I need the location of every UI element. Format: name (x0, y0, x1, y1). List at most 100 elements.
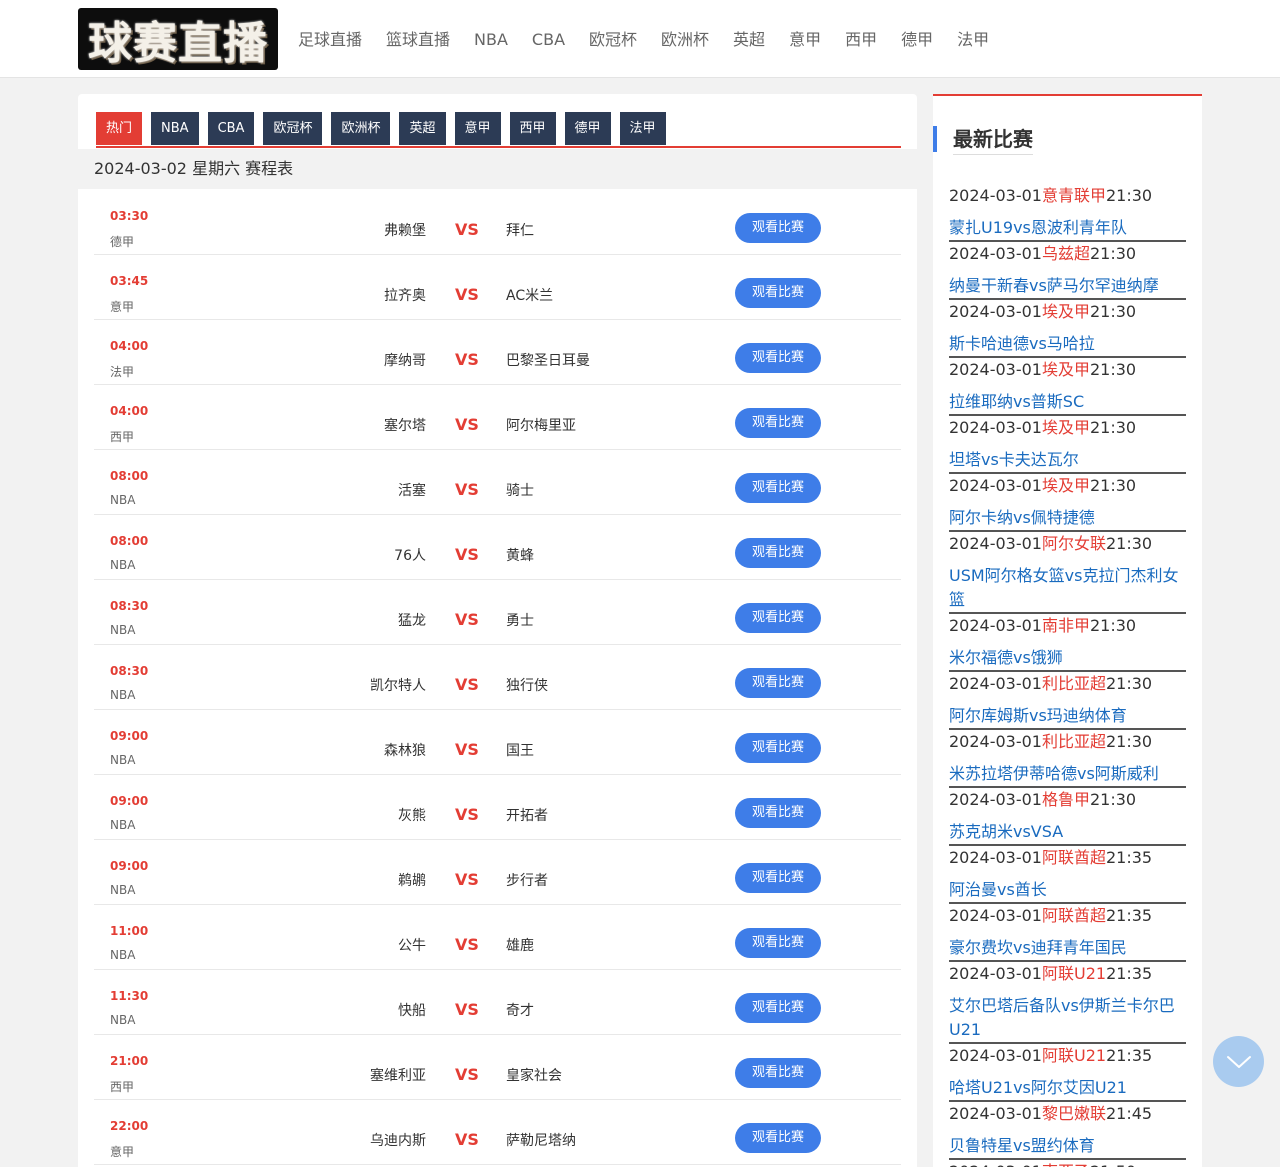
tab-hot[interactable]: 热门 (96, 112, 143, 145)
latest-match-league: 利比亚超 (1041, 674, 1106, 693)
tab-ligue-1[interactable]: 法甲 (619, 112, 666, 145)
away-team: 骑士 (506, 483, 534, 499)
nav-item[interactable]: 意甲 (789, 28, 821, 52)
latest-match-date: 2024-03-01 (949, 1104, 1042, 1123)
watch-match-button[interactable]: 观看比赛 (735, 863, 821, 893)
tab-bundesliga[interactable]: 德甲 (564, 112, 611, 145)
match-time: 09:00 (110, 859, 149, 873)
watch-match-button[interactable]: 观看比赛 (735, 733, 821, 763)
latest-match-meta: 2024-03-01黎巴嫩联21:45 (949, 1102, 1186, 1126)
latest-match-time: 21:35 (1106, 906, 1153, 925)
match-league: NBA (110, 818, 136, 832)
latest-match-link[interactable]: 贝鲁特星vs盟约体育 (949, 1134, 1186, 1158)
match-row: 09:00 NBA 灰熊 VS 开拓者 观看比赛 (94, 775, 901, 840)
latest-match-link[interactable]: 米尔福德vs饿狮 (949, 646, 1186, 670)
nav-item[interactable]: 篮球直播 (386, 28, 450, 52)
vs-label: VS (455, 935, 479, 954)
watch-match-button[interactable]: 观看比赛 (735, 993, 821, 1023)
watch-match-button[interactable]: 观看比赛 (735, 408, 821, 438)
latest-match-link[interactable]: 艾尔巴塔后备队vs伊斯兰卡尔巴U21 (949, 994, 1186, 1042)
watch-match-button[interactable]: 观看比赛 (735, 1123, 821, 1153)
vs-label: VS (455, 350, 479, 369)
latest-match-meta: 2024-03-01意青联甲21:30 (949, 184, 1186, 208)
latest-match-league: 利比亚超 (1041, 732, 1106, 751)
latest-match-link[interactable]: 哈塔U21vs阿尔艾因U21 (949, 1076, 1186, 1100)
latest-match-link[interactable]: 苏克胡米vsVSA (949, 820, 1186, 844)
match-league: NBA (110, 623, 136, 637)
nav-item[interactable]: 西甲 (845, 28, 877, 52)
watch-match-button[interactable]: 观看比赛 (735, 668, 821, 698)
match-time: 08:00 (110, 534, 149, 548)
tab-champions-league[interactable]: 欧冠杯 (263, 112, 323, 145)
watch-match-button[interactable]: 观看比赛 (735, 278, 821, 308)
match-league: NBA (110, 753, 136, 767)
tab-nba[interactable]: NBA (151, 112, 199, 145)
watch-match-button[interactable]: 观看比赛 (735, 538, 821, 568)
scroll-down-button[interactable] (1213, 1036, 1264, 1087)
latest-match-link[interactable]: 阿尔库姆斯vs玛迪纳体育 (949, 704, 1186, 728)
home-team: 摩纳哥 (384, 353, 426, 369)
nav-item[interactable]: CBA (532, 28, 565, 52)
match-time: 04:00 (110, 404, 149, 418)
nav-item[interactable]: 法甲 (957, 28, 989, 52)
nav-item[interactable]: 德甲 (901, 28, 933, 52)
latest-match-link[interactable]: 坦塔vs卡夫达瓦尔 (949, 448, 1186, 472)
latest-match-date: 2024-03-01 (949, 848, 1042, 867)
latest-match-item: 2024-03-01阿联酋超21:35 豪尔费坎vs迪拜青年国民 (949, 904, 1186, 962)
latest-match-meta: 2024-03-01埃及甲21:30 (949, 300, 1186, 324)
latest-match-league: 阿联U21 (1041, 1046, 1107, 1065)
match-row: 21:00 西甲 塞维利亚 VS 皇家社会 观看比赛 (94, 1035, 901, 1100)
latest-match-time: 21:30 (1106, 674, 1153, 693)
latest-match-meta: 2024-03-01格鲁甲21:30 (949, 788, 1186, 812)
match-league: NBA (110, 688, 136, 702)
latest-matches-sidebar: 最新比赛 2024-03-01意青联甲21:30 蒙扎U19vs恩波利青年队 202… (933, 94, 1202, 1167)
latest-match-link[interactable]: 米苏拉塔伊蒂哈德vs阿斯威利 (949, 762, 1186, 786)
latest-match-time: 21:35 (1106, 964, 1153, 983)
latest-match-link[interactable]: 阿治曼vs酋长 (949, 878, 1186, 902)
latest-match-item: 2024-03-01利比亚超21:30 阿尔库姆斯vs玛迪纳体育 (949, 672, 1186, 730)
nav-item[interactable]: NBA (474, 28, 508, 52)
match-time: 03:30 (110, 209, 149, 223)
home-team: 弗赖堡 (384, 223, 426, 239)
match-time: 03:45 (110, 274, 149, 288)
away-team: AC米兰 (506, 288, 554, 304)
watch-match-button[interactable]: 观看比赛 (735, 928, 821, 958)
latest-match-link[interactable]: 豪尔费坎vs迪拜青年国民 (949, 936, 1186, 960)
tab-cba[interactable]: CBA (207, 112, 255, 145)
tab-la-liga[interactable]: 西甲 (509, 112, 556, 145)
watch-match-button[interactable]: 观看比赛 (735, 473, 821, 503)
latest-match-link[interactable]: 蒙扎U19vs恩波利青年队 (949, 216, 1186, 240)
latest-match-time: 21:30 (1106, 534, 1153, 553)
watch-match-button[interactable]: 观看比赛 (735, 1058, 821, 1088)
nav-item[interactable]: 欧冠杯 (589, 28, 637, 52)
latest-match-link[interactable]: 阿尔卡纳vs佩特捷德 (949, 506, 1186, 530)
nav-item[interactable]: 英超 (733, 28, 765, 52)
watch-match-button[interactable]: 观看比赛 (735, 213, 821, 243)
tab-premier-league[interactable]: 英超 (399, 112, 446, 145)
site-logo[interactable]: 球赛直播 (78, 8, 278, 70)
latest-match-link[interactable]: 纳曼干新春vs萨马尔罕迪纳摩 (949, 274, 1186, 298)
latest-match-time: 21:30 (1090, 476, 1137, 495)
latest-match-league: 南非甲 (1041, 616, 1090, 635)
nav-item[interactable]: 欧洲杯 (661, 28, 709, 52)
home-team: 猛龙 (398, 613, 426, 629)
match-time: 11:30 (110, 989, 149, 1003)
away-team: 勇士 (506, 613, 534, 629)
nav-item[interactable]: 足球直播 (298, 28, 362, 52)
match-time: 11:00 (110, 924, 149, 938)
latest-match-link[interactable]: 拉维耶纳vs普斯SC (949, 390, 1186, 414)
match-row: 09:00 NBA 森林狼 VS 国王 观看比赛 (94, 710, 901, 775)
latest-match-link[interactable]: 斯卡哈迪德vs马哈拉 (949, 332, 1186, 356)
watch-match-button[interactable]: 观看比赛 (735, 798, 821, 828)
watch-match-button[interactable]: 观看比赛 (735, 343, 821, 373)
latest-match-date: 2024-03-01 (949, 790, 1042, 809)
away-team: 萨勒尼塔纳 (506, 1133, 576, 1149)
watch-match-button[interactable]: 观看比赛 (735, 603, 821, 633)
match-time: 08:30 (110, 599, 149, 613)
tab-euro-cup[interactable]: 欧洲杯 (331, 112, 391, 145)
tab-serie-a[interactable]: 意甲 (454, 112, 501, 145)
site-header: 球赛直播 足球直播 篮球直播 NBA CBA 欧冠杯 欧洲杯 英超 意甲 西甲 … (0, 0, 1280, 78)
latest-match-item: 2024-03-01意青联甲21:30 蒙扎U19vs恩波利青年队 (949, 184, 1186, 242)
latest-match-link[interactable]: USM阿尔格女篮vs克拉门杰利女篮 (949, 564, 1186, 612)
latest-match-league: 阿尔女联 (1041, 534, 1106, 553)
